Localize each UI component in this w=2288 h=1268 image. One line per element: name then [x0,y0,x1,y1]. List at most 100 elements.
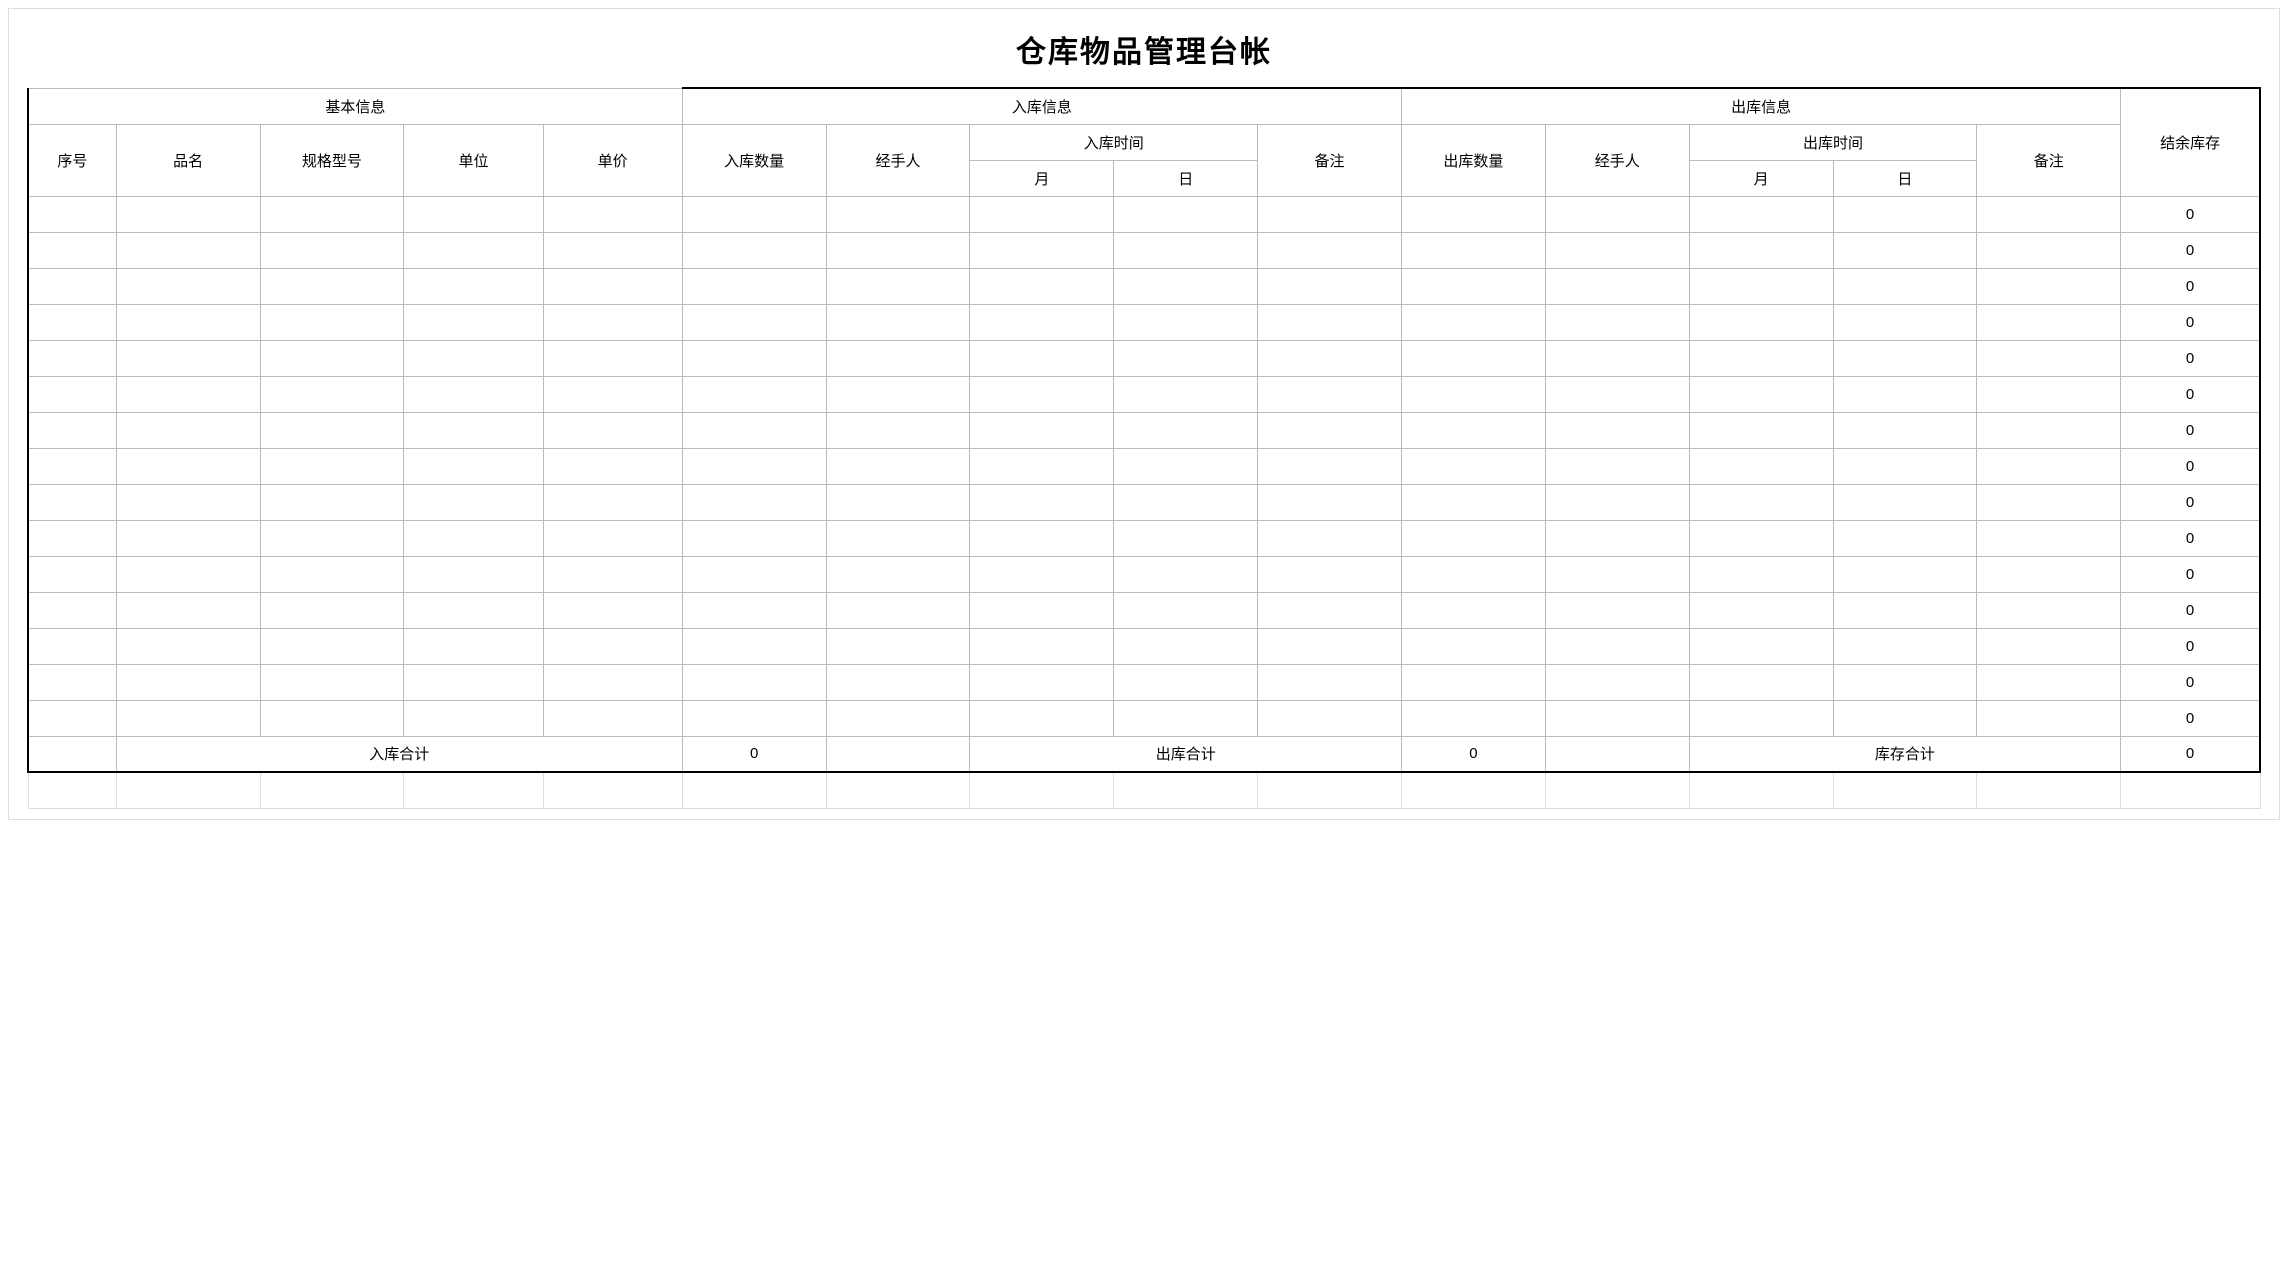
cell-in_qty [682,340,826,376]
cell-price [543,520,682,556]
cell-spec [260,664,404,700]
cell-out_note [1977,520,2121,556]
cell-out_qty [1401,700,1545,736]
cell-out_qty [1401,448,1545,484]
cell-in_qty [682,592,826,628]
cell-out_op [1545,664,1689,700]
cell-out_m [1689,412,1833,448]
cell-out_qty [1401,484,1545,520]
table-row: 0 [28,448,2260,484]
cell-in_note [1258,484,1402,520]
cell-balance: 0 [2121,412,2260,448]
cell-out_note [1977,556,2121,592]
cell-in_m [970,268,1114,304]
cell-unit [404,664,543,700]
header-in-operator: 经手人 [826,124,970,196]
cell-seq [28,304,116,340]
cell-in_m [970,664,1114,700]
header-in-day: 日 [1114,160,1258,196]
cell-in_op [826,304,970,340]
cell-in_d [1114,340,1258,376]
cell-balance: 0 [2121,268,2260,304]
totals-out-value: 0 [1401,736,1545,772]
header-in-month: 月 [970,160,1114,196]
header-out-day: 日 [1833,160,1977,196]
cell-seq [28,700,116,736]
cell-in_qty [682,664,826,700]
cell-in_m [970,376,1114,412]
totals-in-value: 0 [682,736,826,772]
cell-out_m [1689,556,1833,592]
cell-in_qty [682,232,826,268]
cell-out_note [1977,196,2121,232]
cell-unit [404,376,543,412]
totals-stock-value: 0 [2121,736,2260,772]
cell-name [116,412,260,448]
cell-out_m [1689,376,1833,412]
header-balance: 结余库存 [2121,88,2260,196]
cell-in_m [970,304,1114,340]
cell-in_m [970,196,1114,232]
page-title: 仓库物品管理台帐 [27,27,2261,71]
cell-in_m [970,592,1114,628]
page-frame: 仓库物品管理台帐 基本信息 入库信息 出库信息 结余库存 序号 品名 规格型号 … [8,8,2280,820]
cell-price [543,700,682,736]
cell-out_op [1545,700,1689,736]
cell-name [116,664,260,700]
cell-out_op [1545,484,1689,520]
cell-seq [28,628,116,664]
cell-balance: 0 [2121,556,2260,592]
cell-name [116,628,260,664]
cell-out_m [1689,448,1833,484]
cell-in_note [1258,376,1402,412]
cell-seq [28,196,116,232]
cell-spec [260,448,404,484]
cell-price [543,340,682,376]
cell-price [543,376,682,412]
cell-unit [404,448,543,484]
cell-in_note [1258,556,1402,592]
cell-in_qty [682,376,826,412]
cell-in_op [826,484,970,520]
header-in-qty: 入库数量 [682,124,826,196]
cell-spec [260,592,404,628]
cell-seq [28,340,116,376]
cell-out_op [1545,412,1689,448]
cell-in_d [1114,232,1258,268]
cell-price [543,664,682,700]
cell-in_note [1258,232,1402,268]
table-row: 0 [28,700,2260,736]
cell-unit [404,304,543,340]
cell-in_qty [682,700,826,736]
cell-spec [260,268,404,304]
header-out-month: 月 [1689,160,1833,196]
cell-in_op [826,232,970,268]
cell-in_m [970,412,1114,448]
cell-out_m [1689,484,1833,520]
cell-out_d [1833,412,1977,448]
cell-price [543,628,682,664]
cell-seq [28,232,116,268]
cell-in_qty [682,304,826,340]
cell-name [116,484,260,520]
cell-out_note [1977,628,2121,664]
cell-seq [28,664,116,700]
cell-balance: 0 [2121,340,2260,376]
trailing-blank-row [28,772,2260,808]
cell-in_qty [682,196,826,232]
cell-name [116,196,260,232]
cell-price [543,196,682,232]
cell-unit [404,340,543,376]
cell-seq [28,268,116,304]
table-row: 0 [28,520,2260,556]
cell-in_m [970,232,1114,268]
cell-out_note [1977,484,2121,520]
cell-price [543,592,682,628]
cell-out_m [1689,664,1833,700]
cell-unit [404,484,543,520]
cell-name [116,376,260,412]
totals-row: 入库合计 0 出库合计 0 库存合计 0 [28,736,2260,772]
header-group-basic: 基本信息 [28,88,682,124]
cell-unit [404,268,543,304]
cell-out_d [1833,376,1977,412]
